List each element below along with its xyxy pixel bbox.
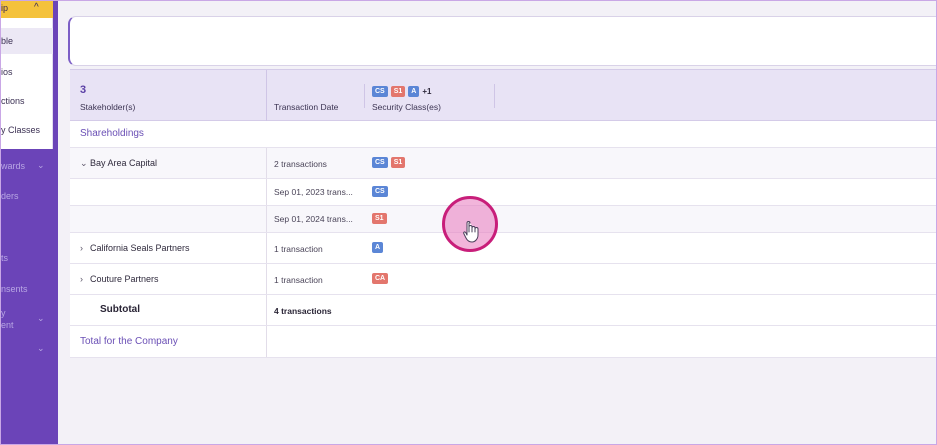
badge-cs: CS: [372, 86, 388, 97]
column-divider: [266, 326, 267, 357]
column-header-security-classes[interactable]: Security Class(es): [372, 102, 441, 112]
transaction-date: 1 transaction: [274, 275, 323, 285]
column-divider: [266, 295, 267, 325]
table-row[interactable]: Sep 01, 2023 trans... CS: [70, 179, 936, 206]
sidebar-item-transactions[interactable]: ctions: [1, 96, 25, 106]
sidebar: ip ^ ble ios ctions y Classes wards ⌄ de…: [1, 1, 58, 444]
stakeholder-count: 3: [80, 84, 87, 96]
sidebar-item-label: y Classes: [1, 125, 41, 135]
transaction-date: 2 transactions: [274, 159, 327, 169]
sidebar-item-label: ts: [1, 253, 9, 263]
table-header: 3 Stakeholder(s) Transaction Date CS S1 …: [70, 69, 936, 122]
transaction-date: Sep 01, 2023 trans...: [274, 187, 353, 197]
sidebar-item-consents[interactable]: nsents: [1, 284, 28, 294]
sidebar-item-management[interactable]: ent: [1, 320, 14, 330]
total-row: Total for the Company: [70, 326, 936, 358]
security-badges: A: [372, 242, 384, 253]
transaction-date: 1 transaction: [274, 244, 323, 254]
stakeholder-name: › Couture Partners: [80, 274, 159, 284]
sidebar-item-stakeholders[interactable]: ders: [1, 191, 19, 201]
total-label: Total for the Company: [80, 336, 178, 347]
chevron-up-icon: ^: [34, 2, 39, 13]
sidebar-item-label: ble: [1, 36, 14, 46]
column-header-stakeholders[interactable]: Stakeholder(s): [80, 102, 135, 112]
badge-s1: S1: [372, 213, 387, 224]
subtotal-label: Subtotal: [100, 304, 140, 315]
stakeholder-name: › California Seals Partners: [80, 243, 190, 253]
stakeholder-name: ⌄ Bay Area Capital: [80, 158, 157, 169]
filter-card: [68, 16, 936, 66]
chevron-down-icon[interactable]: ⌄: [80, 158, 90, 169]
stakeholder-name-text: Bay Area Capital: [90, 158, 158, 168]
chevron-down-icon: ⌄: [37, 343, 45, 353]
sidebar-item-label: ent: [1, 320, 14, 330]
table-row[interactable]: ⌄ Bay Area Capital 2 transactions CS S1: [70, 148, 936, 179]
subtotal-value: 4 transactions: [274, 306, 332, 316]
column-header-transaction-date[interactable]: Transaction Date: [274, 102, 338, 112]
column-divider: [364, 84, 365, 108]
security-badges: CS S1: [372, 157, 406, 168]
stakeholder-name-text: California Seals Partners: [90, 243, 190, 253]
security-badges: CS: [372, 186, 388, 197]
sidebar-item-reports[interactable]: ts: [1, 253, 8, 263]
column-divider: [266, 179, 267, 205]
sidebar-item-label: wards: [1, 161, 26, 171]
chevron-right-icon[interactable]: ›: [80, 274, 90, 284]
app-window: ip ^ ble ios ctions y Classes wards ⌄ de…: [0, 0, 937, 445]
sidebar-item-table[interactable]: ble: [1, 28, 53, 54]
column-divider: [266, 148, 267, 178]
hand-pointer-icon: [463, 221, 479, 243]
badge-cs: CS: [372, 157, 388, 168]
badge-s1: S1: [390, 86, 406, 97]
cap-table: 3 Stakeholder(s) Transaction Date CS S1 …: [70, 69, 936, 358]
chevron-right-icon[interactable]: ›: [80, 243, 90, 253]
badge-a: A: [372, 242, 384, 253]
transaction-date: Sep 01, 2024 trans...: [274, 214, 353, 224]
badge-ca: CA: [372, 273, 389, 284]
table-row[interactable]: Sep 01, 2024 trans... S1: [70, 206, 936, 233]
sidebar-item-label: ctions: [1, 96, 25, 106]
table-row[interactable]: › California Seals Partners 1 transaction…: [70, 233, 936, 264]
badge-s1: S1: [390, 157, 406, 168]
column-divider: [494, 84, 495, 108]
column-divider: [266, 264, 267, 294]
sidebar-item-scenarios[interactable]: ios: [1, 67, 13, 77]
badge-a: A: [408, 86, 420, 97]
column-divider: [266, 233, 267, 263]
section-row-shareholdings: Shareholdings: [70, 121, 936, 148]
sidebar-section-title: ip: [1, 3, 9, 13]
sidebar-submenu: ip ^ ble ios ctions y Classes: [1, 1, 53, 149]
header-security-badges: CS S1 A +1: [372, 86, 431, 97]
security-badges: CA: [372, 273, 389, 284]
subtotal-row: Subtotal 4 transactions: [70, 295, 936, 326]
chevron-down-icon: ⌄: [37, 313, 45, 323]
sidebar-item-label: nsents: [1, 284, 28, 294]
sidebar-item-label: y: [1, 308, 6, 318]
more-badges-count: +1: [422, 87, 432, 96]
sidebar-item-security-classes[interactable]: y Classes: [1, 125, 40, 135]
sidebar-item-awards[interactable]: wards: [1, 161, 25, 171]
column-divider: [266, 70, 267, 122]
sidebar-item-label: ios: [1, 67, 13, 77]
stakeholder-name-text: Couture Partners: [90, 274, 159, 284]
badge-cs: CS: [372, 186, 388, 197]
chevron-down-icon: ⌄: [37, 160, 45, 170]
security-badges: S1: [372, 213, 387, 224]
table-row[interactable]: › Couture Partners 1 transaction CA: [70, 264, 936, 295]
section-title: Shareholdings: [80, 128, 144, 139]
sidebar-section-header[interactable]: ip ^: [1, 1, 53, 18]
column-divider: [266, 206, 267, 232]
sidebar-item-management-line1[interactable]: y: [1, 308, 6, 318]
sidebar-item-label: ders: [1, 191, 19, 201]
